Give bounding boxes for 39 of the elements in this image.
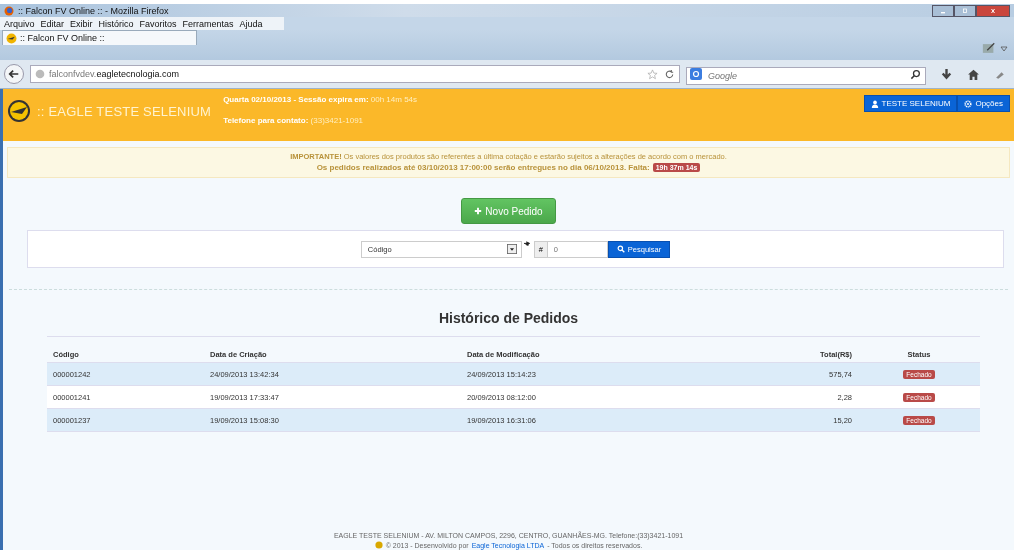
back-arrow-icon [8, 68, 20, 80]
close-icon [988, 7, 998, 14]
delivery-text: Os pedidos realizados até 03/10/2013 17:00:00 serão entregues no dia 06/10/2013. Falta: [316, 163, 650, 172]
home-icon[interactable] [967, 67, 980, 81]
window-title: :: Falcon FV Online :: - Mozilla Firefox [18, 5, 169, 16]
address-bar[interactable]: falconfvdev.eagletecnologia.com [30, 65, 680, 83]
menu-item[interactable]: Histórico [98, 18, 134, 29]
menu-item[interactable]: Favoritos [139, 18, 177, 29]
back-button[interactable] [4, 64, 24, 84]
menu-item[interactable]: Arquivo [4, 18, 35, 29]
menu-item[interactable]: Editar [40, 18, 65, 29]
download-icon[interactable] [940, 67, 953, 81]
search-icon [616, 245, 625, 253]
options-button[interactable]: Opções [957, 95, 1010, 112]
menu-item[interactable]: Exibir [70, 18, 93, 29]
user-button[interactable]: TESTE SELENIUM [863, 95, 958, 112]
menu-item[interactable]: Ajuda [239, 18, 263, 29]
maximize-icon [960, 7, 970, 14]
user-icon [870, 99, 879, 108]
minimize-button[interactable] [932, 4, 954, 17]
contact-phone: Telefone para contato: (33)3421-1091 [223, 116, 365, 125]
star-icon[interactable] [647, 68, 658, 80]
reload-icon[interactable] [664, 68, 675, 80]
menu-item[interactable]: Ferramentas [182, 18, 234, 29]
browser-icon [4, 5, 14, 16]
arrow-icon [523, 241, 532, 249]
plus-icon [474, 207, 483, 215]
search-icon[interactable] [910, 68, 921, 80]
close-button[interactable] [976, 4, 1010, 17]
session-info: Quarta 02/10/2013 - Sessão expira em: 00h 14m 54s [223, 95, 418, 104]
section-title: Histórico de Pedidos [437, 310, 580, 326]
dropdown-icon [506, 244, 517, 254]
site-title: :: EAGLE TESTE SELENIUM [37, 104, 212, 119]
notepad-icon[interactable] [982, 42, 996, 55]
web-search-field[interactable]: Google [686, 67, 926, 85]
browser-tab[interactable]: :: Falcon FV Online :: [2, 30, 197, 45]
dropdown-icon[interactable] [1000, 45, 1008, 52]
gear-icon [964, 99, 973, 108]
maximize-button[interactable] [954, 4, 976, 17]
